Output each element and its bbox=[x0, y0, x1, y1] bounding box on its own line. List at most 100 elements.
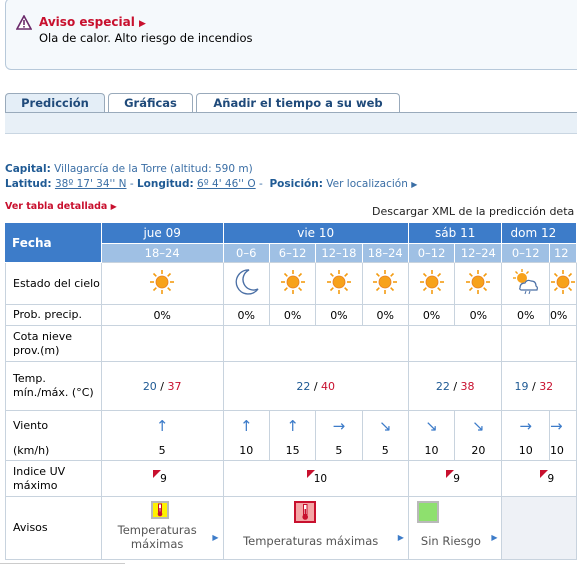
temp-cell: 22 / 38 bbox=[408, 362, 503, 411]
detailed-table-link[interactable]: Ver tabla detallada ▶ bbox=[5, 201, 117, 212]
wind-speed-cell: 10 bbox=[502, 441, 550, 461]
tab-panel-strip bbox=[5, 112, 577, 134]
aviso-cell[interactable]: Sin Riesgo ▶ bbox=[408, 497, 503, 560]
temp-max: 38 bbox=[460, 379, 475, 393]
ver-localizacion-link[interactable]: Ver localización bbox=[326, 178, 408, 190]
wind-speed-cell: 10 bbox=[223, 441, 270, 461]
longitude-value: 6º 4' 46'' O bbox=[197, 178, 256, 190]
aviso-text: Temperaturas máximas bbox=[243, 534, 379, 548]
cota-cell bbox=[223, 326, 409, 362]
divider bbox=[0, 563, 125, 564]
sun-icon bbox=[372, 270, 398, 298]
temp-min: 22 bbox=[435, 379, 450, 393]
prob-cell: 0% bbox=[455, 305, 503, 326]
wind-speed-cell: 5 bbox=[101, 441, 224, 461]
arrow-right-icon: ▶ bbox=[139, 19, 146, 29]
arrow-right-icon: ▶ bbox=[397, 533, 404, 542]
period-header: 6–12 bbox=[269, 243, 317, 263]
row-label-uv: Indice UV máximo bbox=[5, 461, 102, 497]
sun-icon bbox=[465, 270, 491, 298]
aviso-cell[interactable]: Temperaturas máximas ▶ bbox=[101, 497, 224, 560]
wind-arrow-icon: ↘ bbox=[378, 416, 392, 435]
row-label-estado: Estado del cielo bbox=[5, 263, 102, 305]
sun-icon bbox=[326, 270, 352, 298]
thermometer-icon bbox=[151, 501, 170, 519]
wind-dir-cell: ↘ bbox=[455, 411, 503, 441]
uv-value: 9 bbox=[453, 473, 460, 485]
period-header: 18–24 bbox=[362, 243, 409, 263]
position-label: Posición: bbox=[269, 178, 323, 190]
period-header: 12 bbox=[549, 243, 577, 263]
wind-dir-cell: → bbox=[502, 411, 550, 441]
sky-cell bbox=[549, 263, 577, 305]
sky-cell bbox=[223, 263, 270, 305]
wind-speed-cell: 20 bbox=[455, 441, 503, 461]
temp-min: 20 bbox=[142, 379, 157, 393]
row-label-avisos: Avisos bbox=[5, 497, 102, 560]
wind-dir-cell: ↑ bbox=[270, 411, 317, 441]
warning-icon bbox=[16, 15, 32, 30]
wind-arrow-icon: ↘ bbox=[472, 416, 485, 435]
uv-value: 9 bbox=[547, 473, 555, 485]
arrow-right-icon: ▶ bbox=[491, 533, 498, 542]
wind-dir-cell: ↘ bbox=[363, 411, 409, 441]
thermometer-icon bbox=[293, 501, 316, 523]
row-label-kmh: (km/h) bbox=[5, 441, 102, 461]
tab-anadir-tiempo[interactable]: Añadir el tiempo a su web bbox=[196, 93, 400, 113]
sun-icon bbox=[149, 270, 175, 298]
sky-cell bbox=[269, 263, 317, 305]
uv-flag-icon: 9 bbox=[151, 470, 173, 485]
sky-cell bbox=[362, 263, 409, 305]
prob-cell: 0% bbox=[316, 305, 363, 326]
cota-cell bbox=[502, 326, 577, 362]
coordinates-line: Latitud: 38º 17' 34'' N - Longitud: 6º 4… bbox=[5, 178, 418, 190]
row-label-viento: Viento bbox=[5, 411, 102, 441]
wind-dir-cell: ↘ bbox=[409, 411, 456, 441]
fecha-header: Fecha bbox=[5, 223, 102, 263]
day-header: vie 10 bbox=[223, 223, 409, 244]
tab-graficas[interactable]: Gráficas bbox=[108, 93, 193, 113]
tab-bar: Predicción Gráficas Añadir el tiempo a s… bbox=[5, 93, 577, 113]
wind-arrow-icon: → bbox=[332, 416, 346, 435]
aviso-cell-empty bbox=[502, 497, 577, 560]
wind-dir-cell: ↑ bbox=[224, 411, 270, 441]
uv-value: 9 bbox=[160, 473, 167, 485]
uv-value: 10 bbox=[313, 473, 328, 485]
aviso-cell[interactable]: Temperaturas máximas ▶ bbox=[223, 497, 409, 560]
wind-arrow-icon: ↑ bbox=[239, 416, 253, 435]
aviso-text: Temperaturas máximas bbox=[117, 523, 197, 551]
cota-cell bbox=[408, 326, 503, 362]
period-header: 12–18 bbox=[316, 243, 363, 263]
sky-cell bbox=[101, 263, 224, 305]
sun-icon bbox=[419, 270, 445, 298]
moon-icon bbox=[231, 269, 261, 300]
day-header: dom 12 bbox=[502, 223, 577, 244]
download-xml-link[interactable]: Descargar XML de la predicción deta bbox=[372, 205, 574, 218]
wind-arrow-icon: ↑ bbox=[155, 416, 169, 435]
tab-prediccion[interactable]: Predicción bbox=[5, 93, 105, 113]
uv-cell: 9 bbox=[502, 461, 577, 497]
sky-cell bbox=[455, 263, 503, 305]
wind-arrow-icon: → bbox=[519, 416, 532, 435]
temp-cell: 22 / 40 bbox=[223, 362, 409, 411]
special-alert: Aviso especial ▶ Ola de calor. Alto ries… bbox=[5, 0, 577, 70]
wind-dir-cell: ↑ bbox=[102, 411, 224, 441]
latitude-label: Latitud: bbox=[5, 178, 52, 190]
temp-max: 37 bbox=[167, 379, 182, 393]
period-header: 0–12 bbox=[502, 243, 550, 263]
arrow-right-icon: ▶ bbox=[411, 180, 418, 189]
alert-title-text: Aviso especial bbox=[39, 15, 135, 29]
alert-title[interactable]: Aviso especial ▶ bbox=[39, 15, 146, 29]
prob-cell: 0% bbox=[549, 305, 577, 326]
sky-cell bbox=[502, 263, 550, 305]
arrow-right-icon: ▶ bbox=[212, 533, 219, 542]
longitude-label: Longitud: bbox=[136, 178, 194, 190]
capital-value: Villagarcía de la Torre (altitud: 590 m) bbox=[54, 163, 253, 175]
uv-flag-icon: 10 bbox=[305, 470, 328, 485]
cota-cell bbox=[101, 326, 224, 362]
capital-label: Capital: bbox=[5, 163, 51, 175]
prob-cell: 0% bbox=[502, 305, 550, 326]
aviso-text: Sin Riesgo bbox=[420, 534, 481, 548]
temp-cell: 19 / 32 bbox=[502, 362, 577, 411]
wind-speed-cell: 5 bbox=[316, 441, 363, 461]
